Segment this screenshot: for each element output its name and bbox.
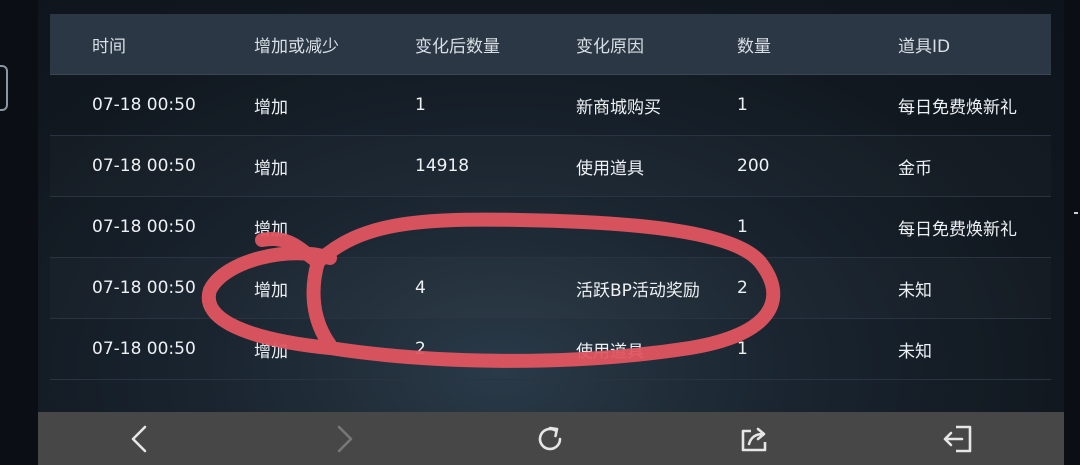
exit-icon — [943, 425, 972, 452]
cell-item-id: 每日免费焕新礼 — [898, 97, 1017, 118]
forward-icon — [337, 425, 353, 452]
cell-time: 07-18 00:50 — [92, 339, 196, 359]
cell-time: 07-18 00:50 — [92, 217, 196, 237]
header-quantity: 数量 — [737, 36, 771, 57]
cell-quantity: 2 — [737, 278, 748, 298]
cell-time: 07-18 00:50 — [92, 156, 196, 176]
table-row: 07-18 00:50 增加 1 新商城购买 1 每日免费焕新礼 — [50, 75, 1051, 136]
forward-button[interactable] — [314, 412, 374, 465]
header-reason: 变化原因 — [576, 36, 644, 57]
table-header: 时间 增加或减少 变化后数量 变化原因 数量 道具ID — [50, 14, 1051, 75]
screen: 时间 增加或减少 变化后数量 变化原因 数量 道具ID 07-18 00:50 … — [0, 0, 1080, 465]
table-row: 07-18 00:50 增加 1 每日免费焕新礼 — [50, 197, 1051, 258]
side-handle[interactable] — [0, 65, 8, 111]
cell-reason: 使用道具 — [576, 341, 644, 362]
share-button[interactable] — [724, 412, 784, 465]
cell-change-type: 增加 — [254, 158, 288, 179]
cell-change-type: 增加 — [254, 219, 288, 240]
inventory-log-table: 时间 增加或减少 变化后数量 变化原因 数量 道具ID 07-18 00:50 … — [50, 14, 1051, 400]
share-icon — [741, 427, 767, 451]
header-time: 时间 — [92, 36, 126, 57]
edge-marker — [1074, 212, 1078, 214]
cell-item-id: 未知 — [898, 280, 932, 301]
table-row: 07-18 00:50 增加 14918 使用道具 200 金币 — [50, 136, 1051, 197]
cell-reason: 使用道具 — [576, 158, 644, 179]
exit-button[interactable] — [928, 412, 988, 465]
cell-after-quantity: 14918 — [415, 156, 470, 176]
cell-change-type: 增加 — [254, 97, 288, 118]
cell-item-id: 未知 — [898, 341, 932, 362]
cell-time: 07-18 00:50 — [92, 278, 196, 298]
cell-reason: 活跃BP活动奖励 — [576, 280, 700, 301]
back-button[interactable] — [110, 412, 170, 465]
refresh-button[interactable] — [520, 412, 580, 465]
cell-item-id: 每日免费焕新礼 — [898, 219, 1017, 240]
cell-change-type: 增加 — [254, 341, 288, 362]
back-icon — [131, 425, 147, 452]
cell-quantity: 1 — [737, 95, 748, 115]
header-after-quantity: 变化后数量 — [415, 36, 500, 57]
cell-item-id: 金币 — [898, 158, 932, 179]
cell-reason: 新商城购买 — [576, 97, 661, 118]
header-change-type: 增加或减少 — [254, 36, 339, 57]
cell-change-type: 增加 — [254, 280, 288, 301]
cell-time: 07-18 00:50 — [92, 95, 196, 115]
cell-quantity: 1 — [737, 217, 748, 237]
cell-after-quantity: 1 — [415, 95, 426, 115]
cell-after-quantity: 4 — [415, 278, 426, 298]
table-row: 07-18 00:50 增加 2 使用道具 1 未知 — [50, 319, 1051, 380]
refresh-icon — [538, 426, 562, 450]
table-row: 07-18 00:50 增加 4 活跃BP活动奖励 2 未知 — [50, 258, 1051, 319]
header-item-id: 道具ID — [898, 36, 951, 57]
cell-quantity: 1 — [737, 339, 748, 359]
bottom-navigation-bar — [38, 412, 1064, 465]
cell-after-quantity: 2 — [415, 339, 426, 359]
cell-quantity: 200 — [737, 156, 770, 176]
